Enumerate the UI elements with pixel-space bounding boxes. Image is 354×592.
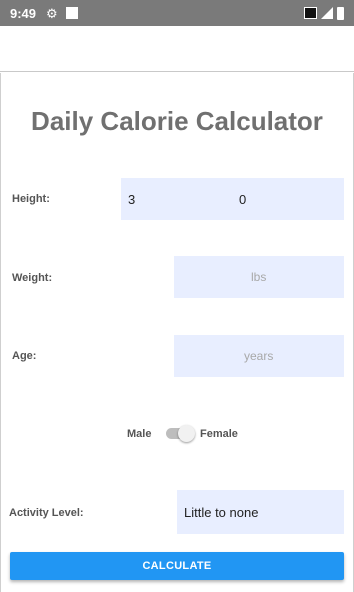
notification-square-icon — [65, 7, 78, 19]
status-bar: 9:49 ⚙ — [0, 0, 354, 26]
weight-input[interactable]: lbs — [174, 256, 344, 298]
height-field: 3 0 — [121, 178, 344, 220]
page-title: Daily Calorie Calculator — [31, 106, 323, 136]
age-label: Age: — [12, 350, 37, 362]
height-label: Height: — [12, 193, 50, 205]
female-label: Female — [200, 428, 238, 440]
signal-icon — [321, 7, 333, 19]
height-feet-input[interactable]: 3 — [128, 192, 135, 207]
gear-icon: ⚙ — [46, 5, 58, 21]
status-time: 9:49 — [10, 5, 37, 21]
weight-placeholder: lbs — [251, 270, 267, 284]
age-input[interactable]: years — [174, 335, 344, 377]
activity-label: Activity Level: — [9, 507, 84, 519]
battery-icon — [337, 6, 344, 20]
height-inches-input[interactable]: 0 — [239, 192, 246, 207]
gender-switch[interactable] — [166, 425, 195, 442]
weight-label: Weight: — [12, 272, 53, 284]
male-label: Male — [127, 428, 152, 440]
switch-thumb — [178, 425, 195, 442]
calculate-button[interactable]: CALCULATE — [10, 552, 344, 580]
cast-icon — [304, 7, 317, 19]
age-placeholder: years — [244, 349, 274, 363]
activity-value: Little to none — [184, 505, 259, 520]
app-bar — [0, 26, 354, 72]
activity-select[interactable]: Little to none — [177, 490, 344, 534]
gender-toggle-row: Male Female — [0, 424, 354, 444]
